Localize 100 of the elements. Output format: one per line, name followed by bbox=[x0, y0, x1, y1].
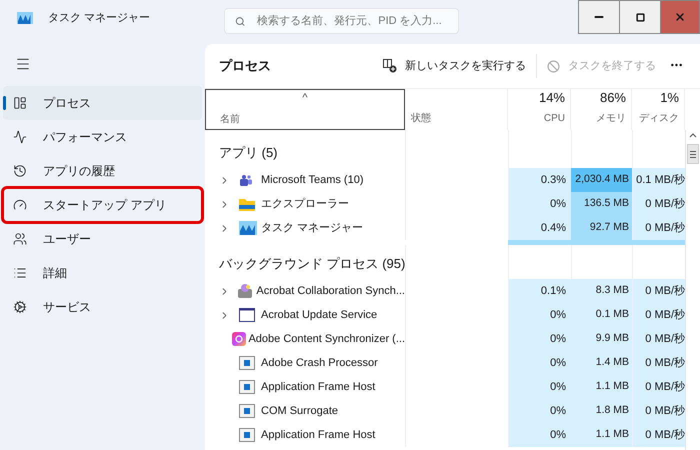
process-row[interactable]: Acrobat Collaboration Synch... bbox=[205, 279, 405, 303]
cpu-cell: 0% bbox=[508, 192, 571, 216]
process-name: Adobe Crash Processor bbox=[261, 356, 378, 371]
column-header[interactable]: 状態 bbox=[405, 89, 508, 130]
process-name: Microsoft Teams (10) bbox=[261, 172, 364, 188]
disk-cell: 0 MB/秒 bbox=[632, 327, 685, 351]
disk-cell: 0 MB/秒 bbox=[632, 216, 685, 240]
memory-cell: 1.8 MB bbox=[571, 399, 632, 423]
startup-icon bbox=[13, 198, 27, 212]
scroll-up-icon bbox=[689, 132, 697, 138]
process-name: Adobe Content Synchronizer (... bbox=[248, 332, 405, 347]
cpu-cell: 0% bbox=[508, 423, 571, 447]
page-title: プロセス bbox=[219, 57, 271, 76]
services-icon bbox=[13, 300, 27, 314]
process-row[interactable]: タスク マネージャー bbox=[205, 216, 405, 240]
performance-icon bbox=[13, 130, 27, 144]
disk-cell: 0 MB/秒 bbox=[632, 423, 685, 447]
group-title: バックグラウンド プロセス (95) bbox=[219, 254, 406, 273]
process-name: Application Frame Host bbox=[261, 380, 376, 395]
cpu-cell: 0% bbox=[508, 351, 571, 375]
close-icon bbox=[674, 11, 686, 23]
chart-window-icon bbox=[239, 221, 257, 235]
disk-cell: 0 MB/秒 bbox=[632, 375, 685, 399]
sidebar-item[interactable]: パフォーマンス bbox=[3, 120, 202, 154]
cpu-cell: 0.3% bbox=[508, 168, 571, 192]
stop-icon bbox=[547, 60, 560, 72]
app-window-icon bbox=[239, 356, 255, 370]
app-window-icon bbox=[239, 428, 255, 442]
column-header[interactable]: CPU bbox=[544, 111, 565, 126]
search-field[interactable]: 検索する名前、発行元、PID を入力... bbox=[224, 8, 459, 34]
memory-cell: 1.1 MB bbox=[571, 423, 632, 447]
column-header[interactable]: ディスク bbox=[639, 111, 679, 126]
app-logo-icon bbox=[17, 12, 33, 24]
window-icon bbox=[239, 308, 255, 322]
memory-cell: 2,030.4 MB bbox=[571, 168, 632, 192]
memory-cell: 9.9 MB bbox=[571, 327, 632, 351]
process-row[interactable]: Acrobat Update Service bbox=[205, 303, 405, 327]
app-window-icon bbox=[239, 380, 255, 394]
memory-cell: 8.3 MB bbox=[571, 279, 632, 303]
sidebar-item[interactable]: スタートアップ アプリ bbox=[3, 188, 202, 222]
disk-cell: 0 MB/秒 bbox=[632, 192, 685, 216]
column-header[interactable]: ^ 名前 bbox=[205, 89, 405, 130]
folder-icon bbox=[239, 197, 255, 211]
process-row[interactable]: Application Frame Host bbox=[205, 423, 405, 447]
process-name: タスク マネージャー bbox=[261, 220, 364, 236]
disk-cell: 0 MB/秒 bbox=[632, 279, 685, 303]
processes-icon bbox=[13, 96, 27, 110]
users-icon bbox=[13, 232, 27, 246]
process-name: Application Frame Host bbox=[261, 428, 376, 443]
column-total: 14% bbox=[538, 88, 565, 106]
process-row[interactable]: Adobe Crash Processor bbox=[205, 351, 405, 375]
process-row[interactable]: エクスプローラー bbox=[205, 192, 405, 216]
process-name: エクスプローラー bbox=[261, 196, 349, 212]
memory-cell: 1.1 MB bbox=[571, 375, 632, 399]
sidebar-item[interactable]: ユーザー bbox=[3, 222, 202, 256]
cpu-cell: 0% bbox=[508, 375, 571, 399]
sidebar-item[interactable]: 詳細 bbox=[3, 256, 202, 290]
disk-cell: 0 MB/秒 bbox=[632, 399, 685, 423]
sort-caret: ^ bbox=[302, 92, 308, 104]
menu-icon bbox=[15, 56, 31, 72]
disk-cell: 0.1 MB/秒 bbox=[632, 168, 685, 192]
cpu-cell: 0% bbox=[508, 399, 571, 423]
maximize-button[interactable] bbox=[620, 0, 660, 34]
process-row[interactable]: Adobe Content Synchronizer (... bbox=[205, 327, 405, 351]
more-button[interactable]: ••• bbox=[662, 52, 692, 80]
process-row[interactable]: Application Frame Host bbox=[205, 375, 405, 399]
app-window-icon bbox=[239, 404, 255, 418]
people-icon bbox=[239, 174, 253, 186]
process-row[interactable]: COM Surrogate bbox=[205, 399, 405, 423]
disk-cell: 0 MB/秒 bbox=[632, 351, 685, 375]
cpu-cell: 0.1% bbox=[508, 279, 571, 303]
cpu-cell: 0% bbox=[508, 327, 571, 351]
toolbar-button[interactable]: 新しいタスクを実行する bbox=[377, 52, 532, 80]
disk-cell: 0 MB/秒 bbox=[632, 303, 685, 327]
memory-cell: 0.1 MB bbox=[571, 303, 632, 327]
maximize-icon bbox=[636, 12, 644, 22]
history-icon bbox=[13, 164, 27, 178]
memory-cell: 1.4 MB bbox=[571, 351, 632, 375]
process-row[interactable]: Microsoft Teams (10) bbox=[205, 168, 405, 192]
scrollbar[interactable] bbox=[685, 130, 700, 450]
memory-cell: 136.5 MB bbox=[571, 192, 632, 216]
new-task-icon bbox=[383, 59, 397, 73]
column-total: 1% bbox=[660, 88, 679, 106]
group-title: アプリ (5) bbox=[219, 144, 278, 162]
process-name: Acrobat Collaboration Synch... bbox=[256, 284, 405, 299]
cpu-cell: 0.4% bbox=[508, 216, 571, 240]
sidebar-item[interactable]: アプリの履歴 bbox=[3, 154, 202, 188]
sidebar-item[interactable]: サービス bbox=[3, 290, 202, 324]
sidebar-item[interactable]: プロセス bbox=[3, 86, 202, 120]
process-name: COM Surrogate bbox=[261, 404, 338, 419]
app-logo-icon bbox=[232, 332, 246, 346]
column-total: 86% bbox=[600, 88, 626, 106]
process-name: Acrobat Update Service bbox=[261, 308, 378, 323]
search-icon bbox=[235, 16, 246, 26]
column-header[interactable]: メモリ bbox=[596, 111, 626, 126]
cpu-cell: 0% bbox=[508, 303, 571, 327]
sync-app-icon bbox=[236, 283, 253, 299]
window-title: タスク マネージャー bbox=[48, 10, 150, 26]
memory-cell: 92.7 MB bbox=[571, 216, 632, 240]
scroll-thumb[interactable] bbox=[687, 144, 699, 164]
